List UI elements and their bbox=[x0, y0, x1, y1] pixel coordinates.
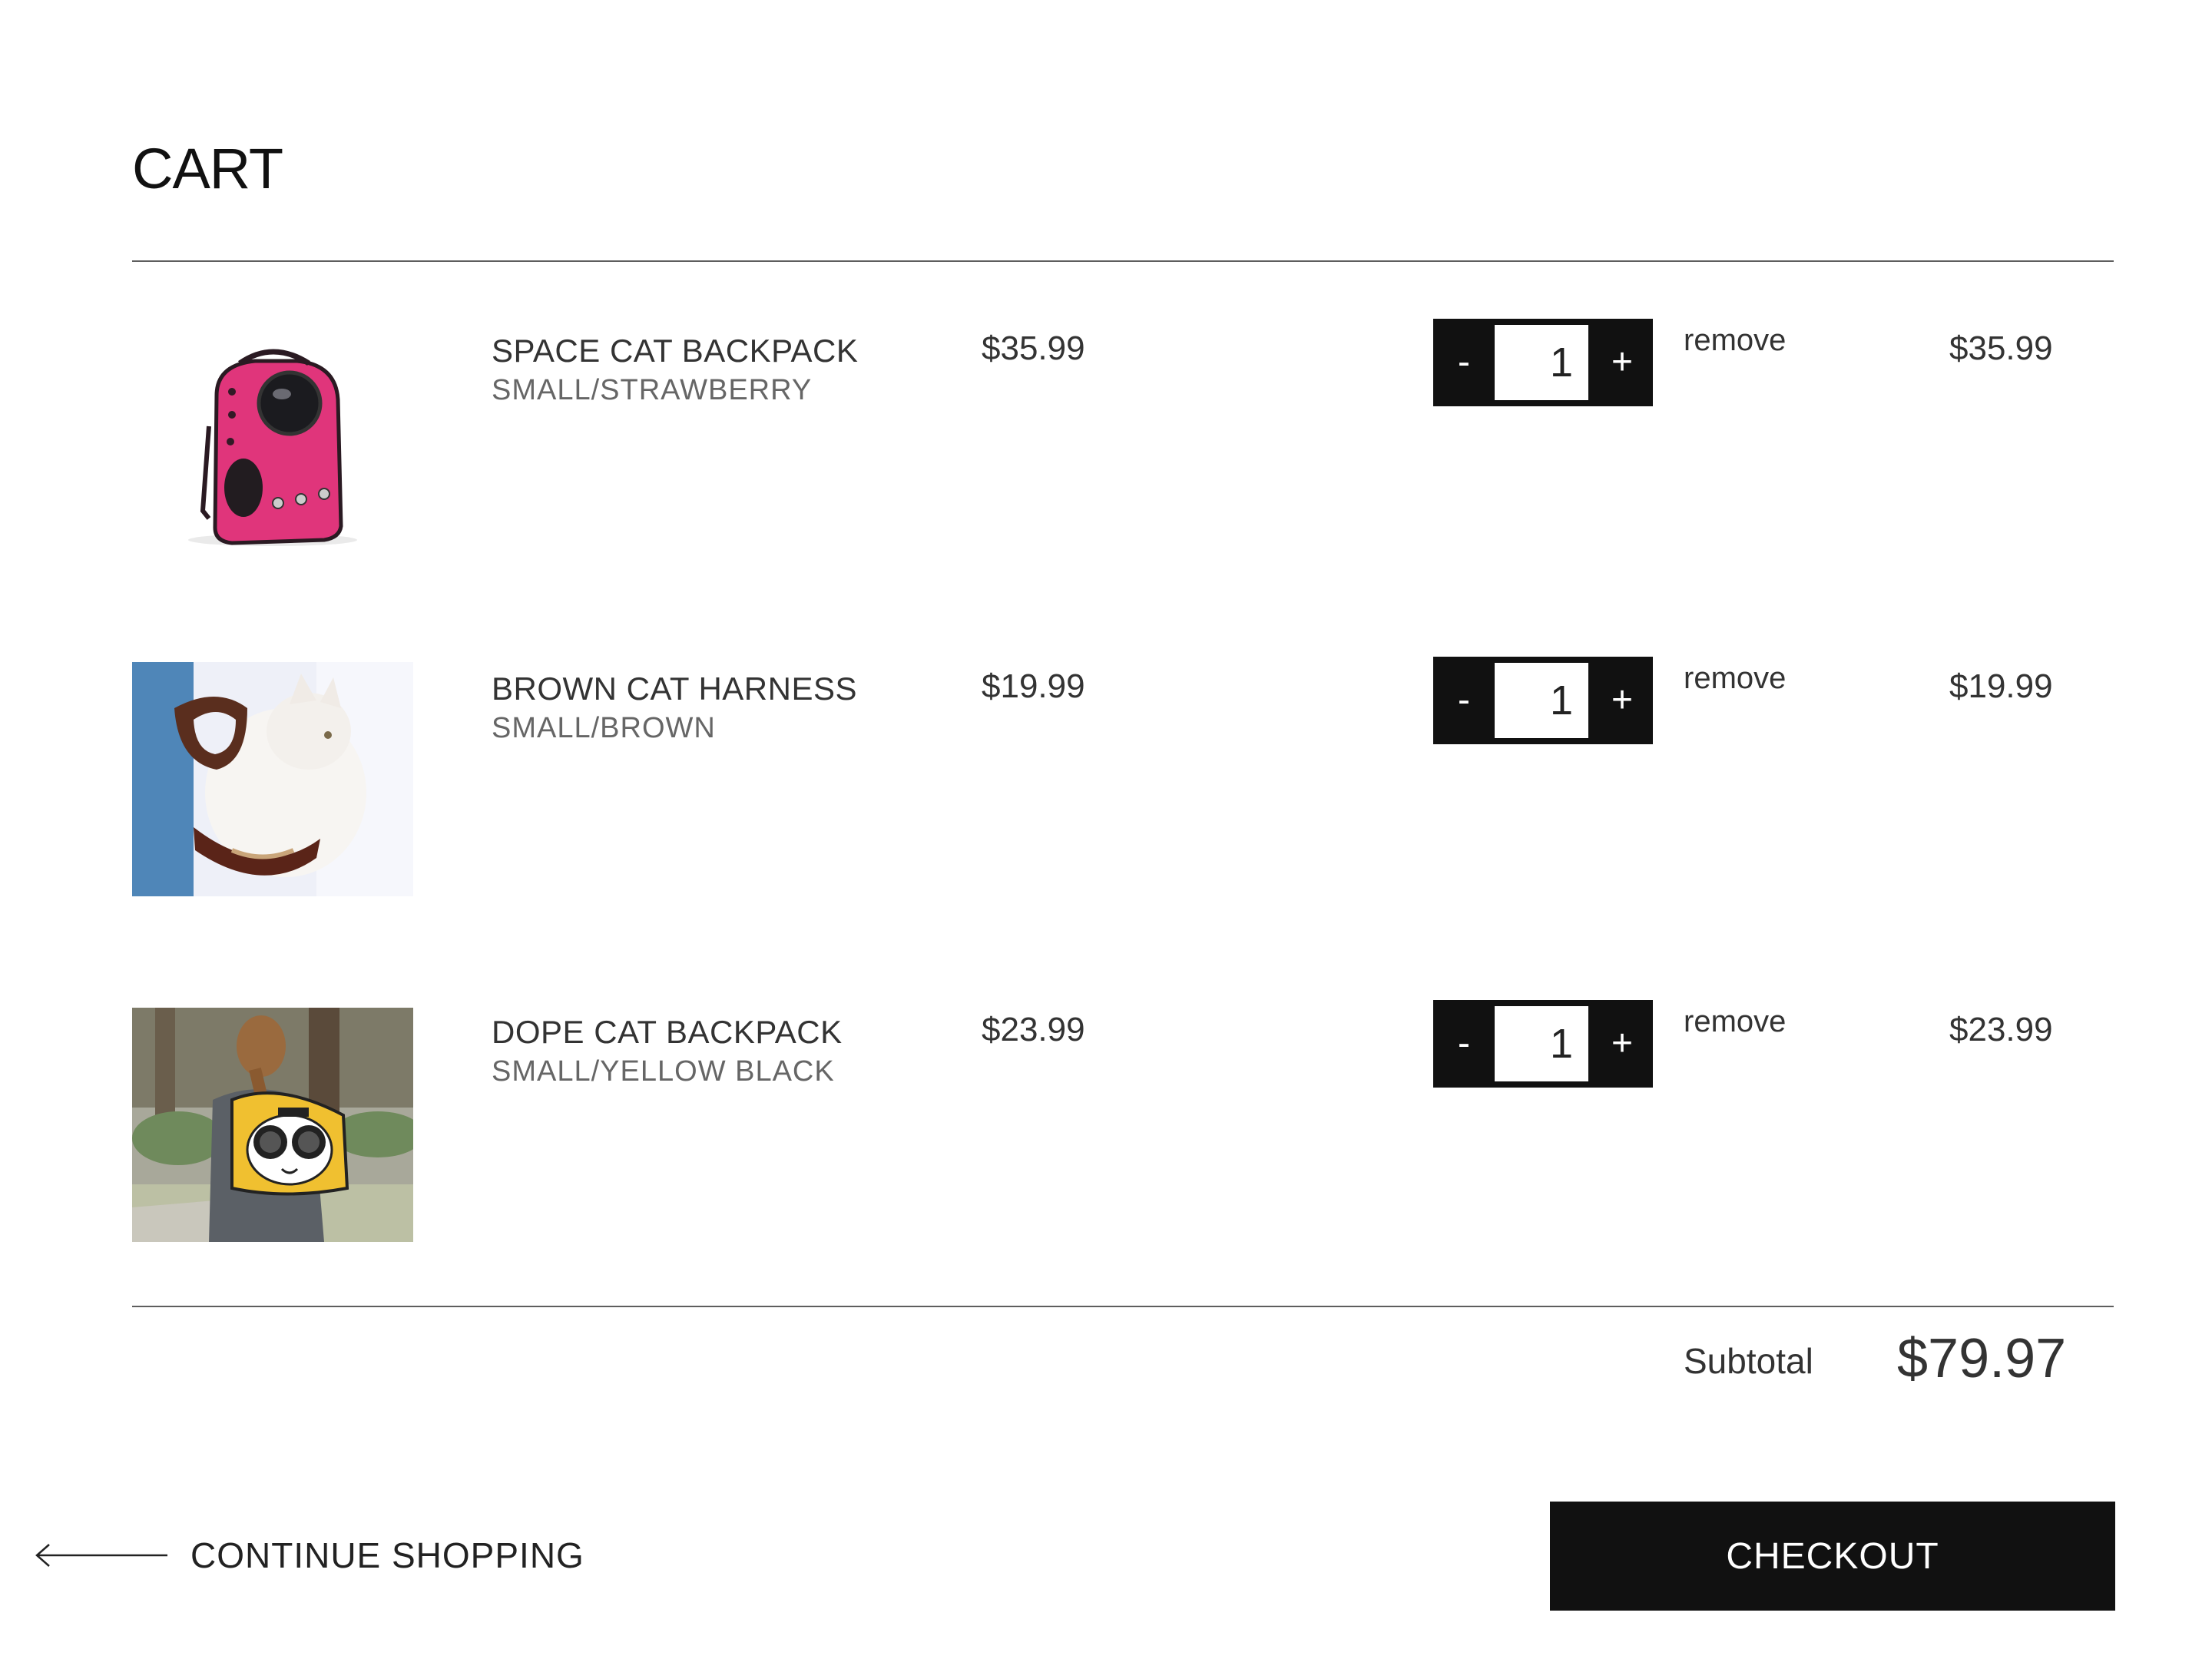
increase-quantity-button[interactable]: + bbox=[1591, 1000, 1653, 1088]
top-divider bbox=[132, 260, 2114, 262]
continue-shopping-link[interactable]: CONTINUE SHOPPING bbox=[34, 1528, 584, 1582]
cart-item: SPACE CAT BACKPACK SMALL/STRAWBERRY $35.… bbox=[0, 319, 2212, 580]
item-price: $19.99 bbox=[982, 667, 1085, 705]
item-name[interactable]: SPACE CAT BACKPACK bbox=[492, 333, 858, 369]
remove-item-link[interactable]: remove bbox=[1684, 323, 1786, 358]
subtotal-label: Subtotal bbox=[1684, 1341, 1813, 1381]
quantity-stepper: - 1 + bbox=[1433, 657, 1653, 744]
checkout-button[interactable]: CHECKOUT bbox=[1550, 1502, 2115, 1611]
quantity-input[interactable]: 1 bbox=[1495, 1006, 1588, 1081]
line-total: $35.99 bbox=[1949, 329, 2053, 367]
line-total: $19.99 bbox=[1949, 667, 2053, 705]
quantity-stepper: - 1 + bbox=[1433, 319, 1653, 406]
remove-item-link[interactable]: remove bbox=[1684, 661, 1786, 696]
item-variant: SMALL/YELLOW BLACK bbox=[492, 1055, 835, 1088]
page-title: CART bbox=[132, 137, 283, 200]
item-variant: SMALL/BROWN bbox=[492, 712, 716, 744]
item-price: $23.99 bbox=[982, 1011, 1085, 1048]
quantity-input[interactable]: 1 bbox=[1495, 325, 1588, 400]
decrease-quantity-button[interactable]: - bbox=[1433, 657, 1495, 744]
item-name[interactable]: DOPE CAT BACKPACK bbox=[492, 1014, 843, 1051]
cart-item: DOPE CAT BACKPACK SMALL/YELLOW BLACK $23… bbox=[0, 1000, 2212, 1261]
product-image-space-cat-backpack[interactable] bbox=[132, 326, 413, 561]
continue-shopping-label: CONTINUE SHOPPING bbox=[190, 1535, 584, 1575]
line-total: $23.99 bbox=[1949, 1011, 2053, 1048]
increase-quantity-button[interactable]: + bbox=[1591, 657, 1653, 744]
subtotal-value: $79.97 bbox=[1897, 1328, 2067, 1389]
product-image-dope-cat-backpack[interactable] bbox=[132, 1008, 413, 1242]
quantity-input[interactable]: 1 bbox=[1495, 663, 1588, 738]
product-image-brown-cat-harness[interactable] bbox=[132, 662, 413, 896]
item-name[interactable]: BROWN CAT HARNESS bbox=[492, 671, 857, 707]
decrease-quantity-button[interactable]: - bbox=[1433, 319, 1495, 406]
item-variant: SMALL/STRAWBERRY bbox=[492, 374, 813, 406]
left-arrow-icon bbox=[35, 1544, 167, 1567]
item-price: $35.99 bbox=[982, 329, 1085, 367]
cart-item: BROWN CAT HARNESS SMALL/BROWN $19.99 - 1… bbox=[0, 657, 2212, 918]
cart-page: CART SPACE CAT BACKPACK SMALL/STRAWBERRY… bbox=[0, 0, 2212, 1659]
remove-item-link[interactable]: remove bbox=[1684, 1005, 1786, 1039]
decrease-quantity-button[interactable]: - bbox=[1433, 1000, 1495, 1088]
quantity-stepper: - 1 + bbox=[1433, 1000, 1653, 1088]
bottom-divider bbox=[132, 1306, 2114, 1307]
increase-quantity-button[interactable]: + bbox=[1591, 319, 1653, 406]
